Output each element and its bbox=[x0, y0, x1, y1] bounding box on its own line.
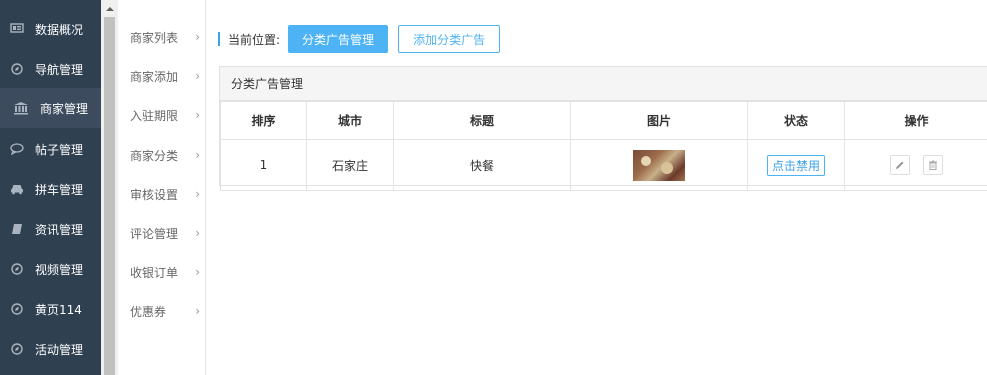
chevron-right-icon: › bbox=[195, 187, 200, 201]
delete-trash-icon[interactable] bbox=[923, 155, 944, 175]
column-header-actions: 操作 bbox=[844, 101, 987, 140]
car-icon bbox=[10, 182, 24, 196]
sidebar-item-navigation[interactable]: 导航管理 bbox=[0, 49, 101, 89]
panel-title: 分类广告管理 bbox=[220, 67, 987, 101]
edit-pencil-icon[interactable] bbox=[889, 155, 910, 175]
submenu-item-coupons[interactable]: 优惠券 › bbox=[130, 301, 200, 321]
sidebar-item-data-overview[interactable]: 数据概况 bbox=[0, 9, 101, 49]
sidebar-item-merchant[interactable]: 商家管理 bbox=[0, 88, 101, 128]
sidebar-scrollbar[interactable] bbox=[101, 0, 119, 375]
monitor-icon bbox=[10, 22, 24, 36]
cell-status: 点击禁用 bbox=[747, 139, 845, 191]
submenu-item-label: 商家列表 bbox=[130, 30, 179, 45]
category-ad-manage-button[interactable]: 分类广告管理 bbox=[288, 25, 389, 53]
submenu-item-label: 收银订单 bbox=[130, 265, 179, 280]
sidebar-item-video[interactable]: 视频管理 bbox=[0, 249, 101, 289]
submenu-item-label: 评论管理 bbox=[130, 226, 179, 241]
chevron-right-icon: › bbox=[195, 148, 200, 162]
category-ad-panel: 分类广告管理 排序 城市 标题 图片 状态 操作 1 石家庄 快餐 点击禁用 bbox=[219, 66, 987, 191]
sidebar-item-label: 黄页114 bbox=[35, 302, 82, 317]
category-ad-table: 排序 城市 标题 图片 状态 操作 1 石家庄 快餐 点击禁用 bbox=[220, 101, 987, 191]
cell-image bbox=[570, 139, 748, 191]
chevron-right-icon: › bbox=[195, 265, 200, 279]
compass-icon bbox=[10, 302, 24, 316]
add-category-ad-button[interactable]: 添加分类广告 bbox=[398, 25, 501, 53]
column-header-order: 排序 bbox=[220, 101, 307, 140]
column-header-city: 城市 bbox=[306, 101, 394, 140]
sidebar-item-label: 拼车管理 bbox=[35, 182, 84, 197]
main-sidebar: 数据概况 导航管理 商家管理 帖子管理 拼车管理 资讯管理 视频管理 黄页114… bbox=[0, 0, 101, 375]
disable-button[interactable]: 点击禁用 bbox=[766, 154, 825, 176]
sidebar-item-yellow-pages[interactable]: 黄页114 bbox=[0, 289, 101, 329]
ad-thumbnail-image[interactable] bbox=[633, 149, 685, 181]
submenu-item-merchant-add[interactable]: 商家添加 › bbox=[130, 66, 200, 86]
cell-order: 1 bbox=[220, 139, 307, 191]
table-row: 1 石家庄 快餐 点击禁用 bbox=[220, 139, 987, 191]
cell-actions bbox=[844, 139, 987, 191]
submenu-item-review-settings[interactable]: 审核设置 › bbox=[130, 184, 200, 204]
compass-icon bbox=[10, 62, 24, 76]
cell-title: 快餐 bbox=[393, 139, 571, 191]
submenu-item-label: 审核设置 bbox=[130, 187, 179, 202]
sidebar-item-label: 导航管理 bbox=[35, 62, 84, 77]
sidebar-item-news[interactable]: 资讯管理 bbox=[0, 209, 101, 249]
compass-icon bbox=[10, 342, 24, 356]
submenu-item-merchant-list[interactable]: 商家列表 › bbox=[130, 27, 200, 47]
sidebar-item-label: 视频管理 bbox=[35, 262, 84, 277]
chevron-right-icon: › bbox=[195, 304, 200, 318]
submenu-item-label: 商家分类 bbox=[130, 148, 179, 163]
column-header-image: 图片 bbox=[570, 101, 748, 140]
book-icon bbox=[10, 222, 24, 236]
sidebar-item-label: 数据概况 bbox=[35, 22, 84, 37]
sidebar-item-label: 资讯管理 bbox=[35, 222, 84, 237]
main-content: 当前位置: 分类广告管理 添加分类广告 分类广告管理 排序 城市 标题 图片 状… bbox=[206, 0, 987, 375]
sidebar-item-label: 帖子管理 bbox=[35, 142, 84, 157]
chevron-right-icon: › bbox=[195, 30, 200, 44]
breadcrumb-label: 当前位置: bbox=[228, 32, 281, 47]
bank-icon bbox=[12, 101, 30, 115]
chat-bubble-icon bbox=[10, 142, 24, 156]
submenu-item-label: 商家添加 bbox=[130, 69, 179, 84]
column-header-status: 状态 bbox=[747, 101, 845, 140]
submenu-item-comments[interactable]: 评论管理 › bbox=[130, 223, 200, 243]
submenu: 商家列表 › 商家添加 › 入驻期限 › 商家分类 › 审核设置 › 评论管理 … bbox=[118, 0, 206, 375]
sidebar-item-posts[interactable]: 帖子管理 bbox=[0, 129, 101, 169]
breadcrumb-marker bbox=[218, 32, 220, 46]
scroll-up-arrow-icon[interactable] bbox=[101, 0, 118, 17]
sidebar-item-carpool[interactable]: 拼车管理 bbox=[0, 169, 101, 209]
breadcrumb: 当前位置: 分类广告管理 添加分类广告 bbox=[218, 25, 501, 53]
sidebar-item-label: 活动管理 bbox=[35, 342, 84, 357]
submenu-item-entry-period[interactable]: 入驻期限 › bbox=[130, 105, 200, 125]
scrollbar-thumb[interactable] bbox=[104, 17, 115, 375]
compass-icon bbox=[10, 262, 24, 276]
chevron-right-icon: › bbox=[195, 108, 200, 122]
submenu-item-label: 优惠券 bbox=[130, 304, 167, 319]
sidebar-item-events[interactable]: 活动管理 bbox=[0, 329, 101, 369]
sidebar-item-label: 商家管理 bbox=[40, 101, 89, 116]
table-header-row: 排序 城市 标题 图片 状态 操作 bbox=[220, 101, 987, 140]
app-root: 数据概况 导航管理 商家管理 帖子管理 拼车管理 资讯管理 视频管理 黄页114… bbox=[0, 0, 987, 375]
submenu-item-label: 入驻期限 bbox=[130, 108, 179, 123]
chevron-right-icon: › bbox=[195, 226, 200, 240]
column-header-title: 标题 bbox=[393, 101, 571, 140]
submenu-item-cashier-orders[interactable]: 收银订单 › bbox=[130, 262, 200, 282]
cell-city: 石家庄 bbox=[306, 139, 394, 191]
submenu-item-merchant-category[interactable]: 商家分类 › bbox=[130, 145, 200, 165]
chevron-right-icon: › bbox=[195, 69, 200, 83]
